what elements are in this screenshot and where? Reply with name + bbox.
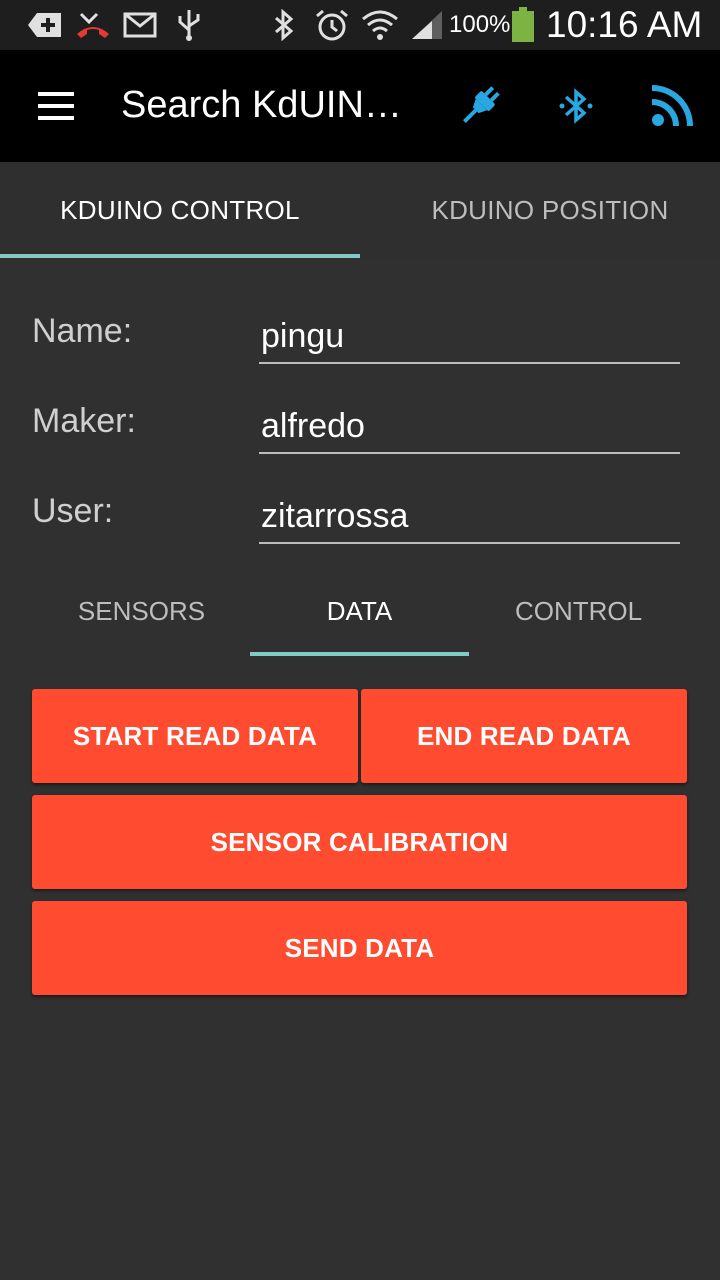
missed-call-icon bbox=[74, 8, 112, 42]
usb-icon bbox=[172, 8, 206, 42]
bluetooth-icon bbox=[268, 8, 300, 42]
tab-control[interactable]: CONTROL bbox=[469, 566, 688, 656]
name-row: Name: bbox=[32, 304, 680, 364]
bluetooth-searching-icon[interactable] bbox=[544, 74, 608, 138]
wifi-icon bbox=[360, 8, 400, 42]
start-read-data-button[interactable]: START READ DATA bbox=[32, 689, 358, 783]
alarm-icon bbox=[312, 8, 352, 42]
sensor-calibration-button[interactable]: SENSOR CALIBRATION bbox=[32, 795, 687, 889]
battery-icon bbox=[510, 7, 536, 42]
toolbar-title: Search KdUIN… bbox=[121, 84, 402, 126]
add-icon bbox=[26, 8, 64, 42]
sub-tabs: SENSORS DATA CONTROL bbox=[32, 566, 688, 656]
clock: 10:16 AM bbox=[546, 4, 703, 45]
rss-icon[interactable] bbox=[640, 74, 704, 138]
maker-row: Maker: bbox=[32, 394, 680, 454]
end-read-data-button[interactable]: END READ DATA bbox=[361, 689, 687, 783]
tab-indicator bbox=[0, 254, 360, 258]
signal-icon bbox=[409, 8, 445, 42]
user-label: User: bbox=[32, 492, 114, 530]
main-tabs: KDUINO CONTROL KDUINO POSITION bbox=[0, 162, 720, 258]
app-toolbar: Search KdUIN… bbox=[0, 50, 720, 162]
name-field[interactable] bbox=[259, 304, 680, 364]
tab-kduino-control[interactable]: KDUINO CONTROL bbox=[0, 162, 360, 258]
user-field[interactable] bbox=[259, 484, 680, 544]
tab-label: DATA bbox=[326, 595, 393, 626]
tab-indicator bbox=[250, 652, 469, 656]
send-data-button[interactable]: SEND DATA bbox=[32, 901, 687, 995]
hamburger-menu-icon[interactable] bbox=[22, 80, 90, 132]
maker-label: Maker: bbox=[32, 402, 136, 440]
mail-icon bbox=[121, 8, 159, 42]
tab-sensors[interactable]: SENSORS bbox=[32, 566, 251, 656]
tab-label: SENSORS bbox=[77, 595, 206, 626]
tab-label: CONTROL bbox=[514, 595, 643, 626]
battery-percent: 100% bbox=[449, 11, 511, 38]
maker-field[interactable] bbox=[259, 394, 680, 454]
name-label: Name: bbox=[32, 312, 133, 350]
user-row: User: bbox=[32, 484, 680, 544]
tab-kduino-position[interactable]: KDUINO POSITION bbox=[370, 162, 720, 258]
tab-label: KDUINO CONTROL bbox=[60, 194, 300, 225]
plug-icon[interactable] bbox=[448, 74, 512, 138]
tab-data[interactable]: DATA bbox=[250, 566, 469, 656]
tab-label: KDUINO POSITION bbox=[431, 194, 669, 225]
status-bar: 100% 10:16 AM bbox=[0, 0, 720, 50]
